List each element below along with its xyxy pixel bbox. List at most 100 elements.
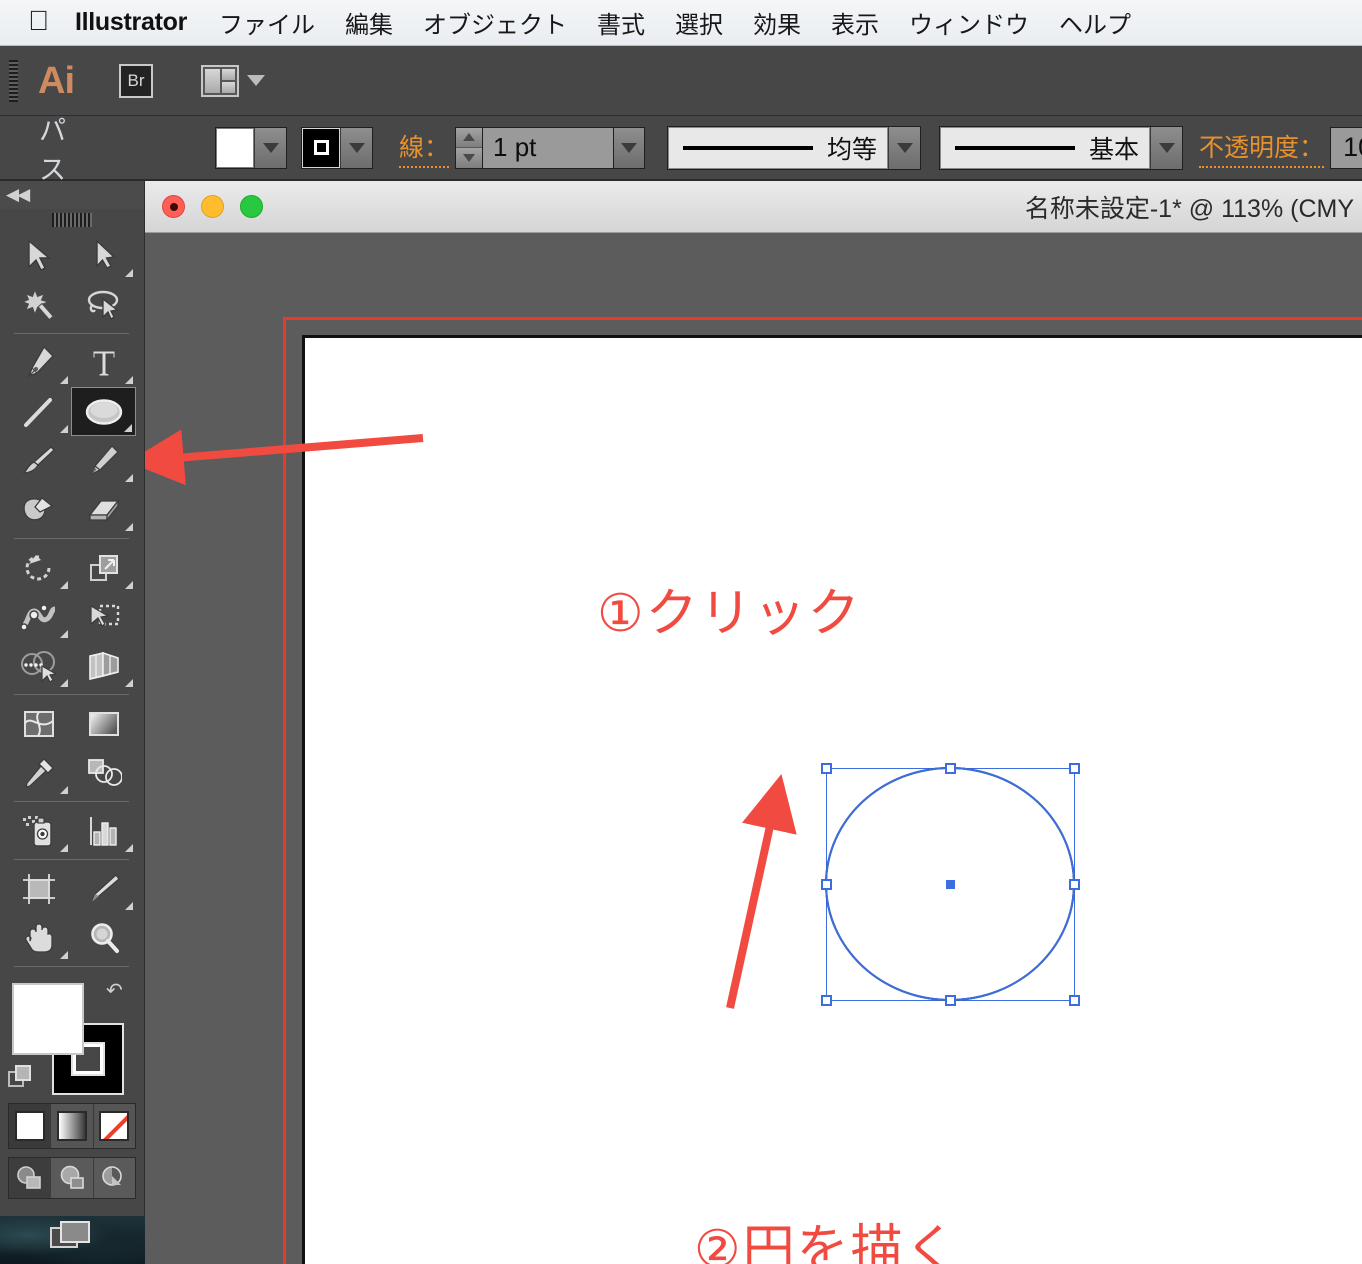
handle-bottom-center[interactable] bbox=[945, 995, 956, 1006]
handle-top-right[interactable] bbox=[1069, 763, 1080, 774]
none-button[interactable] bbox=[93, 1104, 135, 1148]
stroke-color-control[interactable] bbox=[301, 126, 373, 169]
hand-icon bbox=[24, 922, 53, 953]
tool-gradient[interactable] bbox=[71, 699, 136, 748]
stroke-dropdown-button[interactable] bbox=[340, 127, 372, 168]
stroke-weight-control[interactable]: 1 pt bbox=[455, 126, 646, 169]
collapse-panel-icon[interactable]: ◀◀ bbox=[6, 185, 30, 205]
stroke-swatch[interactable] bbox=[302, 127, 340, 168]
tool-shape-builder[interactable] bbox=[6, 641, 71, 690]
brush-definition-preview[interactable]: 基本 bbox=[940, 126, 1151, 169]
menu-item-help[interactable]: ヘルプ bbox=[1059, 5, 1131, 40]
default-fill-stroke-icon[interactable] bbox=[8, 1065, 34, 1091]
ellipse-tool-icon bbox=[85, 398, 122, 425]
tool-perspective-grid[interactable] bbox=[71, 641, 136, 690]
tools-panel: ◀◀ ↶ bbox=[0, 181, 145, 1248]
tool-column-graph[interactable] bbox=[71, 806, 136, 855]
draw-behind-button[interactable] bbox=[51, 1158, 94, 1198]
stroke-weight-input[interactable]: 1 pt bbox=[483, 126, 614, 169]
tools-panel-header[interactable]: ◀◀ bbox=[0, 181, 144, 209]
fill-dropdown-button[interactable] bbox=[254, 127, 286, 168]
tools-panel-drag-grip[interactable] bbox=[0, 209, 144, 231]
tool-selection[interactable] bbox=[6, 231, 71, 280]
close-button[interactable] bbox=[162, 195, 185, 218]
window-controls bbox=[162, 195, 263, 218]
minimize-button[interactable] bbox=[201, 195, 224, 218]
fill-color-control[interactable] bbox=[215, 126, 287, 169]
apple-logo-icon[interactable]:  bbox=[28, 6, 49, 35]
handle-top-center[interactable] bbox=[945, 763, 956, 774]
color-button[interactable] bbox=[9, 1104, 52, 1148]
toolbar-fill-swatch[interactable] bbox=[12, 983, 84, 1055]
tool-pen[interactable] bbox=[6, 338, 71, 387]
menu-item-select[interactable]: 選択 bbox=[675, 5, 723, 40]
artboard-icon bbox=[22, 873, 55, 904]
chevron-down-icon bbox=[621, 142, 638, 153]
tool-rotate[interactable] bbox=[6, 543, 71, 592]
chevron-down-icon bbox=[1158, 142, 1175, 153]
document-title-bar[interactable]: 名称未設定-1* @ 113% (CMY bbox=[145, 181, 1362, 233]
opacity-input[interactable]: 100% bbox=[1330, 126, 1362, 169]
color-mode-buttons bbox=[8, 1103, 136, 1149]
menu-item-file[interactable]: ファイル bbox=[219, 5, 315, 40]
tool-blend[interactable] bbox=[71, 748, 136, 797]
direct-selection-arrow-icon bbox=[95, 238, 116, 269]
tool-symbol-sprayer[interactable] bbox=[6, 806, 71, 855]
menu-item-type[interactable]: 書式 bbox=[597, 5, 645, 40]
screen-mode-button[interactable] bbox=[0, 1205, 144, 1264]
menu-item-edit[interactable]: 編集 bbox=[345, 5, 393, 40]
brush-definition-label: 基本 bbox=[1089, 135, 1140, 164]
tool-artboard[interactable] bbox=[6, 864, 71, 913]
tool-slice[interactable] bbox=[71, 864, 136, 913]
tool-mesh[interactable] bbox=[6, 699, 71, 748]
tool-magic-wand[interactable] bbox=[6, 280, 71, 329]
menu-app-name[interactable]: Illustrator bbox=[75, 8, 187, 37]
tool-pencil[interactable] bbox=[71, 436, 136, 485]
brush-definition-control[interactable]: 基本 bbox=[939, 125, 1184, 170]
canvas-area[interactable]: ①クリック ②円を描く bbox=[145, 233, 1362, 1264]
opacity-label[interactable]: 不透明度： bbox=[1199, 128, 1325, 168]
tool-eyedropper[interactable] bbox=[6, 748, 71, 797]
maximize-button[interactable] bbox=[240, 195, 263, 218]
bridge-icon[interactable]: Br bbox=[119, 63, 153, 98]
tool-type[interactable] bbox=[71, 338, 136, 387]
appbar-drag-grip[interactable] bbox=[9, 59, 18, 102]
tool-hand[interactable] bbox=[6, 913, 71, 962]
swap-fill-stroke-icon[interactable]: ↶ bbox=[106, 981, 134, 1005]
handle-middle-right[interactable] bbox=[1069, 879, 1080, 890]
menu-item-object[interactable]: オブジェクト bbox=[423, 5, 567, 40]
gradient-icon bbox=[88, 711, 119, 736]
arrange-documents-button[interactable] bbox=[201, 64, 265, 97]
tool-scale[interactable] bbox=[71, 543, 136, 592]
tool-direct-selection[interactable] bbox=[71, 231, 136, 280]
stroke-profile-dropdown-button[interactable] bbox=[888, 126, 921, 169]
mesh-icon bbox=[23, 710, 54, 737]
tool-zoom[interactable] bbox=[71, 913, 136, 962]
stroke-weight-stepper[interactable] bbox=[455, 126, 484, 169]
stroke-profile-control[interactable]: 均等 bbox=[667, 125, 922, 170]
tool-width[interactable] bbox=[6, 592, 71, 641]
tool-paintbrush[interactable] bbox=[6, 436, 71, 485]
tool-free-transform[interactable] bbox=[71, 592, 136, 641]
draw-inside-button[interactable] bbox=[93, 1158, 135, 1198]
stroke-profile-preview[interactable]: 均等 bbox=[668, 126, 889, 169]
tool-eraser[interactable] bbox=[71, 485, 136, 534]
tool-blob-brush[interactable] bbox=[6, 485, 71, 534]
menu-item-view[interactable]: 表示 bbox=[831, 5, 879, 40]
stepper-down-button[interactable] bbox=[456, 148, 483, 168]
blend-icon bbox=[87, 758, 122, 786]
menu-item-window[interactable]: ウィンドウ bbox=[909, 5, 1029, 40]
tool-ellipse[interactable] bbox=[71, 387, 136, 436]
handle-bottom-right[interactable] bbox=[1069, 995, 1080, 1006]
tool-line-segment[interactable] bbox=[6, 387, 71, 436]
brush-definition-dropdown-button[interactable] bbox=[1150, 126, 1183, 169]
stroke-weight-dropdown-button[interactable] bbox=[613, 126, 646, 169]
stepper-up-button[interactable] bbox=[456, 127, 483, 148]
menu-item-effect[interactable]: 効果 bbox=[753, 5, 801, 40]
draw-normal-button[interactable] bbox=[9, 1158, 52, 1198]
gradient-button[interactable] bbox=[51, 1104, 94, 1148]
tool-lasso[interactable] bbox=[71, 280, 136, 329]
column-graph-icon bbox=[89, 816, 117, 846]
fill-swatch[interactable] bbox=[216, 127, 254, 168]
stroke-weight-label[interactable]: 線： bbox=[399, 128, 450, 168]
